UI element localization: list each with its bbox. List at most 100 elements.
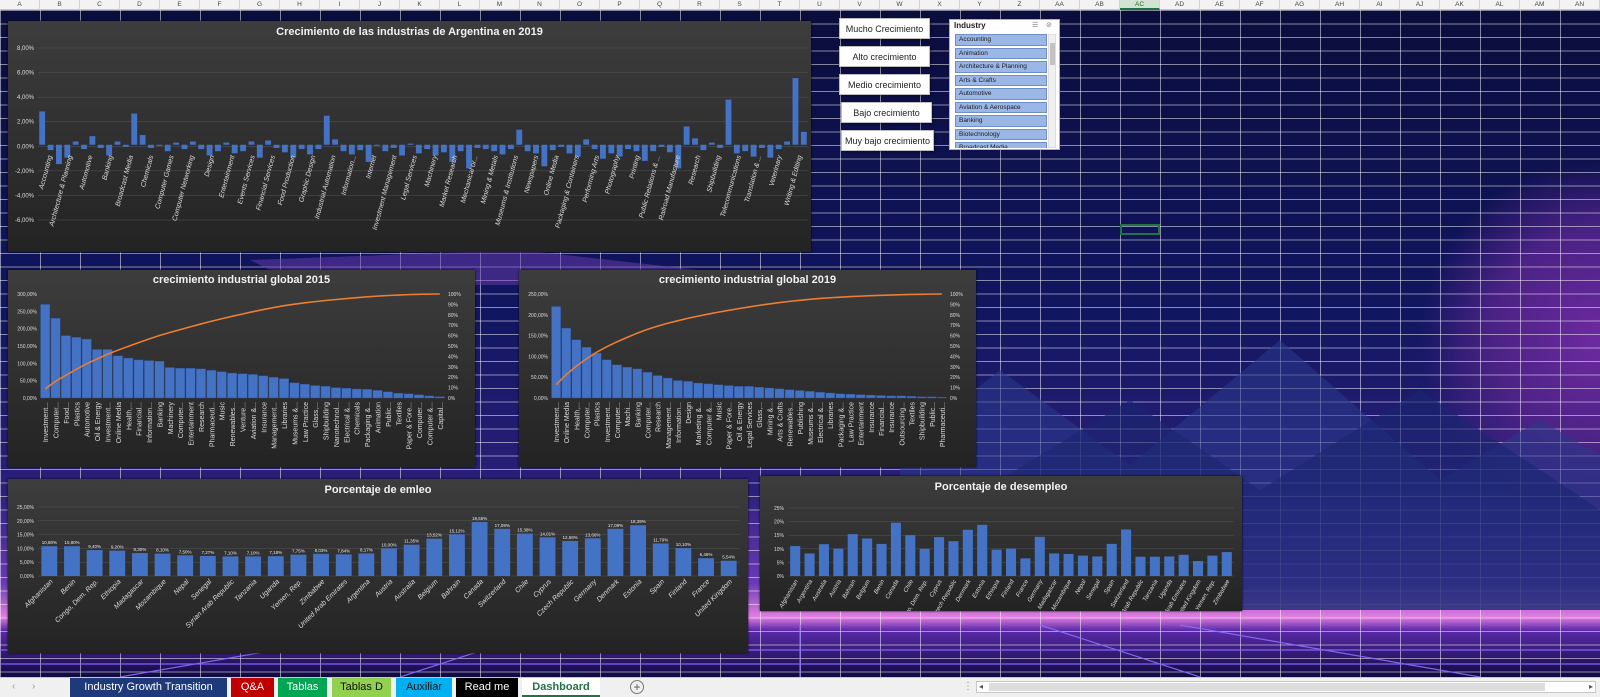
clear-filter-icon[interactable]: ⊘ <box>1046 21 1052 29</box>
industry-slicer[interactable]: Industry ☰ ⊘ Accounting Animation Architec… <box>949 19 1060 150</box>
multi-select-icon[interactable]: ☰ <box>1032 21 1038 29</box>
column-header-w[interactable]: W <box>880 0 920 10</box>
column-header-u[interactable]: U <box>800 0 840 10</box>
column-header-m[interactable]: M <box>480 0 520 10</box>
data-label: 8,17% <box>360 547 373 552</box>
slicer-item[interactable]: Arts & Crafts <box>955 74 1047 86</box>
sheet-tab[interactable]: Read me <box>456 678 518 697</box>
column-header-g[interactable]: G <box>240 0 280 10</box>
column-header-k[interactable]: K <box>400 0 440 10</box>
sheet-tab[interactable]: Tablas D <box>332 678 391 697</box>
x-category-label: Computer &... <box>706 402 713 445</box>
column-header-t[interactable]: T <box>760 0 800 10</box>
chart-employment-pct[interactable]: Porcentaje de emleo 25,00% 20,00% 15,00% 10… <box>8 479 748 653</box>
mucho-crecimiento-button[interactable]: Mucho Crecimiento <box>839 18 930 39</box>
chart-global-growth-2015[interactable]: crecimiento industrial global 2015 300,0… <box>8 270 475 467</box>
sheet-tab[interactable]: Auxiliar <box>396 678 452 697</box>
column-header-aa[interactable]: AA <box>1040 0 1080 10</box>
bar <box>112 355 123 399</box>
column-header-x[interactable]: X <box>920 0 960 10</box>
x-category-label: Industrial Automation <box>314 155 338 220</box>
slicer-item[interactable]: Broadcast Media <box>955 142 1047 148</box>
bar <box>323 115 330 145</box>
column-header-p[interactable]: P <box>600 0 640 10</box>
alto-crecimiento-button[interactable]: Alto crecimiento <box>839 46 930 67</box>
slicer-scroll-thumb[interactable] <box>1050 43 1055 65</box>
column-header-ai[interactable]: AI <box>1360 0 1400 10</box>
column-header-s[interactable]: S <box>720 0 760 10</box>
column-header-o[interactable]: O <box>560 0 600 10</box>
sheet-tab[interactable]: Q&A <box>231 678 274 697</box>
data-label: 15,38% <box>517 528 532 533</box>
chart-unemployment-pct[interactable]: Porcentaje de desempleo 25% 20% 15% 10% 5% 0%… <box>760 476 1242 611</box>
slicer-scrollbar[interactable] <box>1048 34 1056 148</box>
column-header-d[interactable]: D <box>120 0 160 10</box>
column-header-aj[interactable]: AJ <box>1400 0 1440 10</box>
column-header-ae[interactable]: AE <box>1200 0 1240 10</box>
column-header-ac[interactable]: AC <box>1120 0 1160 10</box>
bajo-crecimiento-button[interactable]: Bajo crecimiento <box>841 102 932 123</box>
prev-sheet-icon[interactable]: ‹ <box>12 681 15 692</box>
column-header-ag[interactable]: AG <box>1280 0 1320 10</box>
slicer-item[interactable]: Automotive <box>955 88 1047 100</box>
column-header-f[interactable]: F <box>200 0 240 10</box>
column-header-am[interactable]: AM <box>1520 0 1560 10</box>
column-header-ab[interactable]: AB <box>1080 0 1120 10</box>
column-header-an[interactable]: AN <box>1560 0 1600 10</box>
tab-split-handle[interactable]: ⋮ <box>963 681 973 692</box>
sheet-tab[interactable]: Dashboard <box>522 678 600 697</box>
bar <box>148 144 154 148</box>
slicer-item[interactable]: Animation <box>955 47 1047 59</box>
scroll-left-icon[interactable]: ◂ <box>979 682 983 692</box>
column-header-v[interactable]: V <box>840 0 880 10</box>
slicer-title: Industry <box>954 21 986 30</box>
bar <box>934 537 945 576</box>
horizontal-scrollbar[interactable]: ◂ ▸ <box>976 681 1596 693</box>
slicer-item[interactable]: Architecture & Planning <box>955 61 1047 73</box>
medio-crecimiento-button[interactable]: Medio crecimiento <box>839 74 930 95</box>
column-header-y[interactable]: Y <box>960 0 1000 10</box>
column-header-r[interactable]: R <box>680 0 720 10</box>
bar <box>805 391 815 399</box>
column-header-b[interactable]: B <box>40 0 80 10</box>
sheet-tab[interactable]: Tablas <box>278 678 327 697</box>
column-header-ak[interactable]: AK <box>1440 0 1480 10</box>
column-header-al[interactable]: AL <box>1480 0 1520 10</box>
sheet-tab[interactable]: Industry Growth Transition <box>70 678 227 697</box>
active-cell[interactable] <box>1120 224 1160 235</box>
slicer-item[interactable]: Aviation & Aerospace <box>955 101 1047 113</box>
y-tick-label: 10,00% <box>17 546 35 552</box>
column-header-ah[interactable]: AH <box>1320 0 1360 10</box>
bar <box>173 142 180 145</box>
next-sheet-icon[interactable]: › <box>32 681 35 692</box>
slicer-item[interactable]: Banking <box>955 115 1047 127</box>
column-header-i[interactable]: I <box>320 0 360 10</box>
column-header-af[interactable]: AF <box>1240 0 1280 10</box>
x-category-label: Shipbuilding <box>706 155 723 194</box>
column-header-c[interactable]: C <box>80 0 120 10</box>
column-header-n[interactable]: N <box>520 0 560 10</box>
column-header-q[interactable]: Q <box>640 0 680 10</box>
column-header-ad[interactable]: AD <box>1160 0 1200 10</box>
column-header-a[interactable]: A <box>0 0 40 10</box>
scroll-right-icon[interactable]: ▸ <box>1589 682 1593 692</box>
bar <box>289 382 300 399</box>
muy-bajo-crecimiento-button[interactable]: Muy bajo crecimiento <box>841 130 934 151</box>
bar <box>131 113 138 145</box>
chart-global-growth-2019[interactable]: crecimiento industrial global 2019 250,0… <box>519 270 976 467</box>
slicer-item[interactable]: Biotechnology <box>955 128 1047 140</box>
bar <box>845 394 856 399</box>
slicer-item[interactable]: Accounting <box>955 34 1047 46</box>
column-header-e[interactable]: E <box>160 0 200 10</box>
bar <box>144 360 154 399</box>
column-header-l[interactable]: L <box>440 0 480 10</box>
add-sheet-icon[interactable]: + <box>630 680 644 694</box>
bar <box>764 387 775 399</box>
bar <box>40 304 51 399</box>
scroll-thumb[interactable] <box>989 683 1545 691</box>
x-category-label: Information... <box>147 402 154 443</box>
column-header-j[interactable]: J <box>360 0 400 10</box>
chart-argentina-growth[interactable]: Crecimiento de las industrias de Argenti… <box>8 21 811 252</box>
column-header-h[interactable]: H <box>280 0 320 10</box>
column-header-z[interactable]: Z <box>1000 0 1040 10</box>
